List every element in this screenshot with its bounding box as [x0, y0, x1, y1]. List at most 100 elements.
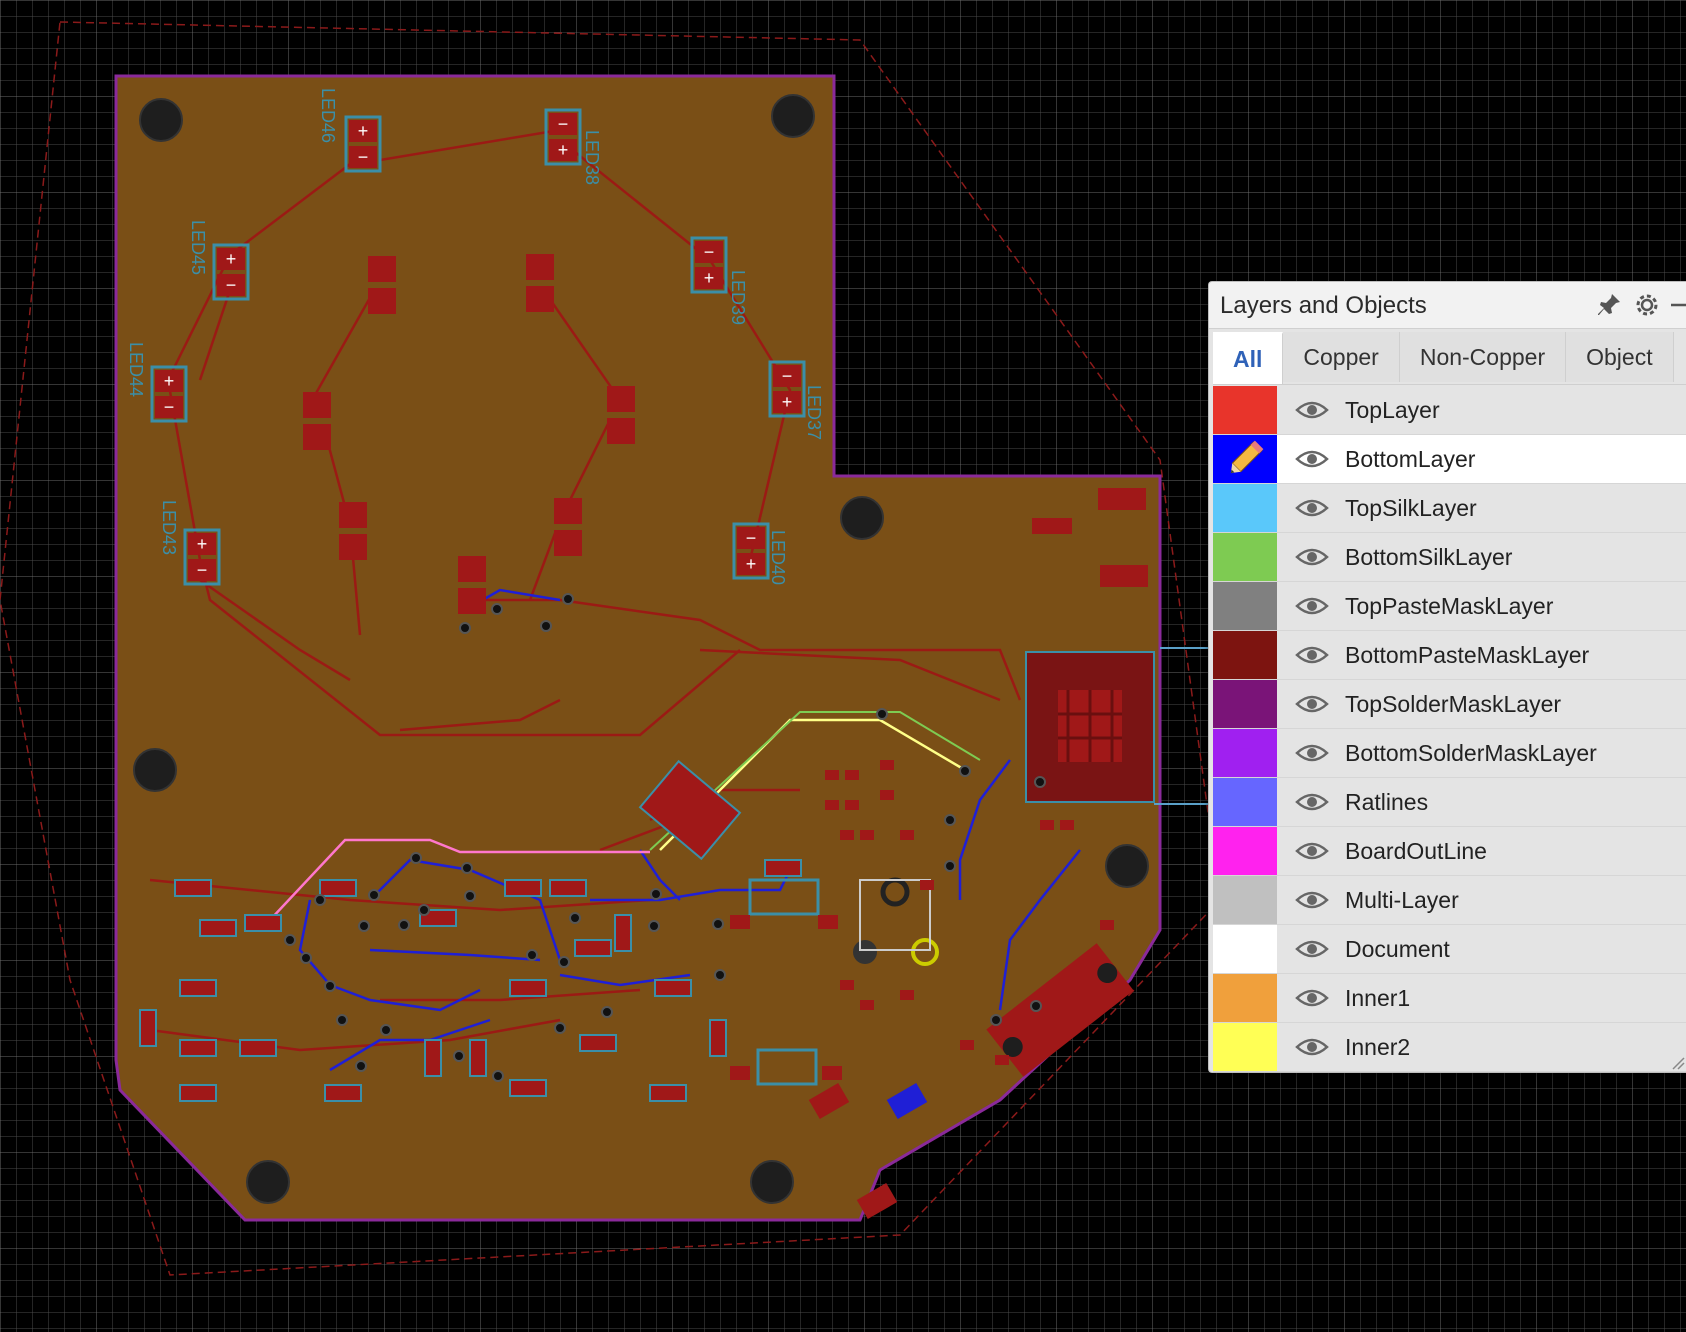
layer-color-swatch[interactable] [1213, 876, 1277, 924]
silk-label: LED44 [126, 342, 146, 397]
svg-text:+: + [746, 554, 757, 574]
svg-text:−: − [358, 147, 369, 167]
layer-row-boardoutline[interactable]: BoardOutLine [1213, 827, 1686, 876]
mounting-hole [133, 748, 177, 792]
svg-text:−: − [226, 275, 237, 295]
svg-text:+: + [782, 392, 793, 412]
layer-color-swatch[interactable] [1213, 680, 1277, 728]
svg-text:+: + [164, 371, 175, 391]
layer-row-toppastemasklayer[interactable]: TopPasteMaskLayer [1213, 582, 1686, 631]
svg-text:+: + [358, 121, 369, 141]
layers-panel: Layers and Objects All Copper Non-Copper… [1208, 281, 1686, 1073]
panel-title: Layers and Objects [1220, 292, 1427, 319]
eye-icon[interactable] [1295, 741, 1329, 765]
eye-icon[interactable] [1295, 1035, 1329, 1059]
silk-label: LED39 [728, 270, 748, 325]
layer-name: TopLayer [1345, 397, 1440, 423]
led-footprint [339, 502, 367, 560]
layer-color-swatch[interactable] [1213, 631, 1277, 679]
gear-icon[interactable] [1633, 291, 1661, 319]
layer-name: TopSolderMaskLayer [1345, 691, 1562, 717]
mounting-hole [139, 98, 183, 142]
eye-icon[interactable] [1295, 937, 1329, 961]
layer-row-multi-layer[interactable]: Multi-Layer [1213, 876, 1686, 925]
pin-icon[interactable] [1595, 291, 1623, 319]
silk-label: LED46 [318, 88, 338, 143]
layer-name: BottomSolderMaskLayer [1345, 740, 1597, 766]
layer-row-document[interactable]: Document [1213, 925, 1686, 974]
led-footprint [368, 256, 396, 314]
led-footprint [607, 386, 635, 444]
layer-color-swatch[interactable] [1213, 1023, 1277, 1071]
silk-label: LED45 [188, 220, 208, 275]
layer-name: BoardOutLine [1345, 838, 1487, 864]
led-footprint [526, 254, 554, 312]
eye-icon[interactable] [1295, 643, 1329, 667]
eye-icon[interactable] [1295, 594, 1329, 618]
silk-label: LED43 [159, 500, 179, 555]
tab-all[interactable]: All [1213, 332, 1284, 384]
tab-object[interactable]: Object [1566, 332, 1674, 382]
tab-copper[interactable]: Copper [1283, 332, 1400, 382]
layer-name: Inner2 [1345, 1034, 1411, 1060]
layer-name: TopPasteMaskLayer [1345, 593, 1554, 619]
layer-row-topsoldermasklayer[interactable]: TopSolderMaskLayer [1213, 680, 1686, 729]
layer-name: Multi-Layer [1345, 887, 1459, 913]
svg-text:+: + [704, 268, 715, 288]
svg-text:−: − [704, 242, 715, 262]
eye-icon[interactable] [1295, 692, 1329, 716]
layer-color-swatch[interactable] [1213, 435, 1277, 483]
layer-color-swatch[interactable] [1213, 386, 1277, 434]
eye-icon[interactable] [1295, 888, 1329, 912]
layer-color-swatch[interactable] [1213, 974, 1277, 1022]
eye-icon[interactable] [1295, 790, 1329, 814]
layer-name: BottomLayer [1345, 446, 1476, 472]
mounting-hole [246, 1160, 290, 1204]
eye-icon[interactable] [1295, 398, 1329, 422]
layer-color-swatch[interactable] [1213, 729, 1277, 777]
layer-color-swatch[interactable] [1213, 925, 1277, 973]
layer-row-inner2[interactable]: Inner2 [1213, 1023, 1686, 1072]
panel-header: Layers and Objects [1209, 282, 1686, 329]
svg-text:+: + [226, 249, 237, 269]
eye-icon[interactable] [1295, 986, 1329, 1010]
layer-row-topsilklayer[interactable]: TopSilkLayer [1213, 484, 1686, 533]
svg-text:−: − [197, 560, 208, 580]
eye-icon[interactable] [1295, 545, 1329, 569]
layer-row-toplayer[interactable]: TopLayer [1213, 386, 1686, 435]
eye-icon[interactable] [1295, 447, 1329, 471]
minimize-icon[interactable] [1667, 291, 1686, 319]
silk-label: LED37 [804, 385, 824, 440]
tab-non-copper[interactable]: Non-Copper [1399, 332, 1567, 382]
led-footprint [303, 392, 331, 450]
eye-icon[interactable] [1295, 839, 1329, 863]
layer-name: Inner1 [1345, 985, 1411, 1011]
layer-color-swatch[interactable] [1213, 827, 1277, 875]
svg-text:−: − [746, 528, 757, 548]
layer-row-bottomlayer[interactable]: BottomLayer [1213, 435, 1686, 484]
led-footprint [554, 498, 582, 556]
mounting-hole [771, 94, 815, 138]
layer-row-bottompastemasklayer[interactable]: BottomPasteMaskLayer [1213, 631, 1686, 680]
layer-color-swatch[interactable] [1213, 484, 1277, 532]
layer-color-swatch[interactable] [1213, 533, 1277, 581]
layer-name: Document [1345, 936, 1450, 962]
layer-name: Ratlines [1345, 789, 1429, 815]
silk-label: LED38 [582, 130, 602, 185]
pencil-icon [1230, 440, 1264, 474]
layer-color-swatch[interactable] [1213, 778, 1277, 826]
layer-list: TopLayer BottomLayer TopSilkLayer Bottom… [1213, 386, 1686, 1072]
led-footprint [458, 556, 486, 614]
mounting-hole [1105, 844, 1149, 888]
layer-row-inner1[interactable]: Inner1 [1213, 974, 1686, 1023]
silk-label: LED40 [768, 530, 788, 585]
layer-row-bottomsilklayer[interactable]: BottomSilkLayer [1213, 533, 1686, 582]
layer-tabs: All Copper Non-Copper Object [1213, 332, 1686, 385]
layer-row-bottomsoldermasklayer[interactable]: BottomSolderMaskLayer [1213, 729, 1686, 778]
svg-text:+: + [197, 534, 208, 554]
svg-text:−: − [558, 114, 569, 134]
resize-grip-icon[interactable] [1671, 1056, 1685, 1070]
layer-color-swatch[interactable] [1213, 582, 1277, 630]
layer-row-ratlines[interactable]: Ratlines [1213, 778, 1686, 827]
eye-icon[interactable] [1295, 496, 1329, 520]
